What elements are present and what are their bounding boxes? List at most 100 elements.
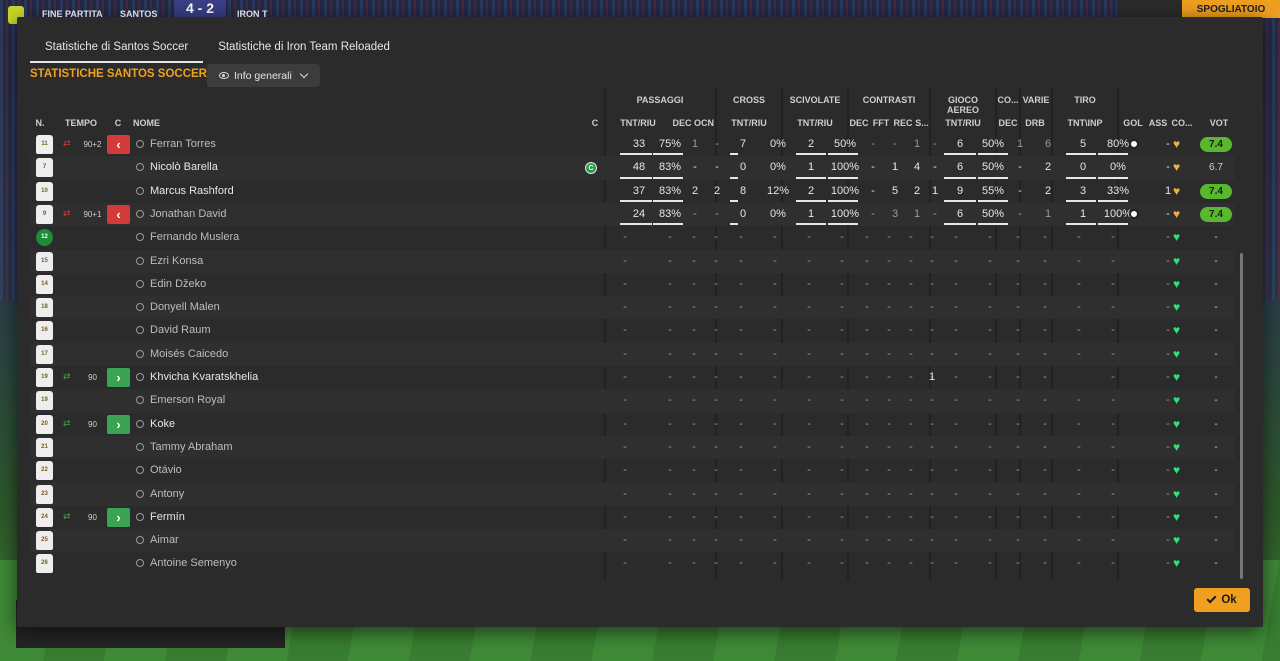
table-row[interactable]: 26 Antoine Semenyo - - - - - - - - - - - - - - - - - - - ♥ - <box>30 552 1235 575</box>
table-row[interactable]: 19 Emerson Royal - - - - - - - - - - - - - - - - - - - ♥ - <box>30 389 1235 413</box>
subbed-out-icon[interactable]: ‹ <box>107 135 130 154</box>
table-row[interactable]: 15 Ezri Konsa - - - - - - - - - - - - - - - - - - - ♥ - <box>30 249 1235 273</box>
subbed-in-icon[interactable]: › <box>107 414 130 434</box>
subbed-in-icon[interactable]: › <box>107 368 130 387</box>
col-co-dec[interactable]: DEC <box>997 118 1019 128</box>
player-rating: - <box>1214 441 1218 453</box>
ok-button[interactable]: Ok <box>1194 588 1250 612</box>
table-row[interactable]: 12 Fernando Muslera - - - - - - - - - - - - - - - - - - - ♥ - <box>30 226 1235 249</box>
player-icon <box>136 233 144 242</box>
table-row[interactable]: 18 Donyell Malen - - - - - - - - - - - - - - - - - - - ♥ - <box>30 296 1235 320</box>
goal-ball-icon <box>1129 208 1139 219</box>
player-name[interactable]: Antony <box>150 483 450 506</box>
player-rating: - <box>1214 488 1218 500</box>
col-time[interactable]: TEMPO <box>65 118 97 128</box>
substitution-icon: ⇄ <box>63 417 71 428</box>
shirt-number: 26 <box>36 554 53 574</box>
table-row[interactable]: 11 ⇄ 90+2 ‹ Ferran Torres 33 75% 1-7 0% 2 50% - -1-6… <box>30 133 1235 156</box>
player-name[interactable]: Otávio <box>150 459 450 482</box>
player-name[interactable]: Khvicha Kvaratskhelia <box>150 366 450 389</box>
stat-contr-s: - <box>933 207 937 220</box>
player-name[interactable]: David Raum <box>150 319 450 342</box>
col-name[interactable]: NOME <box>133 118 173 128</box>
player-name[interactable]: Antoine Semenyo <box>150 552 450 575</box>
col-tiro-tnt[interactable]: TNT\INP <box>1061 118 1109 128</box>
col-pass-ocn[interactable]: OCN <box>693 118 715 128</box>
col-cross-tnt[interactable]: TNT/RIU <box>725 118 773 128</box>
stat-empty: - <box>988 534 992 547</box>
player-name[interactable]: Fernando Muslera <box>150 226 450 249</box>
stat-empty: - <box>623 557 627 570</box>
stat-empty: - <box>807 417 811 430</box>
col-contr-rec[interactable]: REC <box>893 118 913 128</box>
table-row[interactable]: 19 ⇄ 90 › Khvicha Kvaratskhelia - - - - - - - - - - - - -… <box>30 366 1235 389</box>
stat-empty: - <box>1016 510 1020 523</box>
col-sciv-tnt[interactable]: TNT/RIU <box>791 118 839 128</box>
table-row[interactable]: 21 Tammy Abraham - - - - - - - - - - - - - - - - - - - ♥ - <box>30 435 1235 460</box>
stat-underline <box>1066 223 1096 226</box>
condition-heart-icon: ♥ <box>1173 370 1181 384</box>
view-dropdown[interactable]: Info generali <box>207 64 320 87</box>
stat-contr-dec: - <box>871 184 875 197</box>
stat-empty: - <box>623 371 627 383</box>
stat-empty: - <box>807 487 811 500</box>
tab-away-stats[interactable]: Statistiche di Iron Team Reloaded <box>203 35 405 63</box>
col-contr-fft[interactable]: FFT <box>871 118 891 128</box>
table-row[interactable]: 14 Edin Džeko - - - - - - - - - - - - - - - - - - - ♥ - <box>30 273 1235 296</box>
player-name[interactable]: Jonathan David <box>150 203 450 226</box>
col-ass[interactable]: ASS <box>1148 118 1168 128</box>
table-row[interactable]: 25 Aimar - - - - - - - - - - - - - - - - - - - ♥ - <box>30 529 1235 553</box>
col-c[interactable]: C <box>113 118 123 128</box>
tab-home-stats[interactable]: Statistiche di Santos Soccer <box>30 35 204 63</box>
stat-empty: - <box>1111 301 1115 314</box>
col-captain[interactable]: C <box>588 118 602 128</box>
shirt-number: 20 <box>36 414 53 434</box>
player-name[interactable]: Ezri Konsa <box>150 250 450 273</box>
table-scrollbar[interactable] <box>1240 253 1243 579</box>
table-row[interactable]: 7 Nicolò Barella C 48 83% - -0 0% 1 100% -1 4-6 50% -… <box>30 156 1235 180</box>
eye-icon <box>219 72 229 79</box>
player-name[interactable]: Donyell Malen <box>150 296 450 319</box>
player-name[interactable]: Aimar <box>150 529 450 552</box>
stat-empty: - <box>739 394 743 407</box>
player-icon <box>136 396 144 405</box>
table-row[interactable]: 22 Otávio - - - - - - - - - - - - - - - - - - - ♥ - <box>30 459 1235 482</box>
subbed-out-icon[interactable]: ‹ <box>107 204 130 224</box>
player-name[interactable]: Fermín <box>150 506 450 529</box>
shirt-number: 25 <box>36 531 53 551</box>
player-name[interactable]: Moisés Caicedo <box>150 343 450 366</box>
stat-contr-s: - <box>933 161 937 174</box>
col-number[interactable]: N. <box>33 118 47 128</box>
col-vot[interactable]: VOT <box>1203 118 1235 128</box>
stat-empty: - <box>1111 254 1115 267</box>
subbed-in-icon[interactable]: › <box>107 507 130 527</box>
table-row[interactable]: 24 ⇄ 90 › Fermín - - - - - - - - - - - - - - - - - - - ♥ - <box>30 506 1235 529</box>
table-row[interactable]: 23 Antony - - - - - - - - - - - - - - - - - - - ♥ - <box>30 482 1235 506</box>
player-name[interactable]: Emerson Royal <box>150 389 450 412</box>
col-drb[interactable]: DRB <box>1023 118 1047 128</box>
topbar-controls[interactable] <box>1117 0 1181 18</box>
player-name[interactable]: Edin Džeko <box>150 273 450 296</box>
col-co[interactable]: CO... <box>1170 118 1194 128</box>
player-name[interactable]: Tammy Abraham <box>150 436 450 459</box>
table-row[interactable]: 10 Marcus Rashford 37 83% 2 2 8 12% 2 100% -5 2 1 9 55… <box>30 180 1235 203</box>
player-name[interactable]: Koke <box>150 413 450 436</box>
col-pass-tnt[interactable]: TNT/RIU <box>615 118 661 128</box>
group-varie: VARIE <box>1022 95 1050 105</box>
shirt-number: 24 <box>36 507 53 527</box>
table-row[interactable]: 16 David Raum - - - - - - - - - - - - - - - - - - - ♥ - <box>30 319 1235 342</box>
stat-empty: - <box>1043 464 1047 477</box>
col-contr-dec[interactable]: DEC <box>849 118 869 128</box>
table-row[interactable]: 20 ⇄ 90 › Koke - - - - - - - - - - - - - - - - - - - ♥ - <box>30 413 1235 436</box>
col-aereo-tnt[interactable]: TNT/RIU <box>939 118 987 128</box>
dressing-room-button[interactable]: SPOGLIATOIO <box>1182 0 1280 18</box>
col-pass-dec[interactable]: DEC <box>671 118 693 128</box>
stat-empty: - <box>692 464 696 477</box>
col-gol[interactable]: GOL <box>1123 118 1143 128</box>
player-name[interactable]: Ferran Torres <box>150 133 450 156</box>
table-row[interactable]: 17 Moisés Caicedo - - - - - - - - - - - - - - - - - - - ♥ - <box>30 342 1235 366</box>
stat-empty: - <box>988 231 992 244</box>
player-name[interactable]: Marcus Rashford <box>150 180 450 203</box>
player-name[interactable]: Nicolò Barella <box>150 156 450 179</box>
table-row[interactable]: 9 ⇄ 90+1 ‹ Jonathan David 24 83% - -0 0% 1 100% -3 1-… <box>30 202 1235 227</box>
